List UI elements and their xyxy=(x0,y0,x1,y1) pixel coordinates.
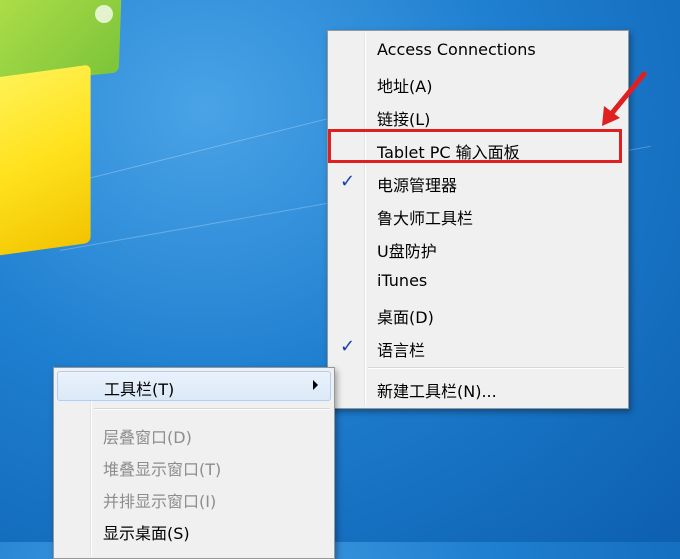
menu-item-label: 堆叠显示窗口(T) xyxy=(103,460,222,479)
windows-logo-shine xyxy=(95,5,113,23)
menu-item-side-by-side-windows[interactable]: 并排显示窗口(I) xyxy=(54,483,334,513)
menu-item-cascade-windows[interactable]: 层叠窗口(D) xyxy=(54,419,334,449)
menu-item-label: 桌面(D) xyxy=(377,308,434,327)
highlight-annotation-box xyxy=(328,129,622,163)
submenu-item-power-manager[interactable]: ✓ 电源管理器 xyxy=(328,167,628,197)
submenu-item-address[interactable]: 地址(A) xyxy=(328,68,628,98)
submenu-item-itunes[interactable]: iTunes xyxy=(328,266,628,296)
submenu-arrow-icon xyxy=(313,380,318,390)
menu-item-label: iTunes xyxy=(377,271,428,290)
submenu-item-desktop[interactable]: 桌面(D) xyxy=(328,299,628,329)
menu-item-label: 链接(L) xyxy=(377,110,431,129)
menu-item-label: 层叠窗口(D) xyxy=(103,428,192,447)
menu-item-label: Access Connections xyxy=(377,40,536,59)
menu-item-label: U盘防护 xyxy=(377,242,437,261)
menu-item-label: 电源管理器 xyxy=(377,176,458,195)
menu-item-label: 语言栏 xyxy=(377,341,426,360)
checkmark-icon: ✓ xyxy=(340,336,356,357)
menu-item-label: 新建工具栏(N)... xyxy=(377,382,497,401)
menu-item-stack-windows[interactable]: 堆叠显示窗口(T) xyxy=(54,451,334,481)
menu-item-label: 地址(A) xyxy=(377,77,433,96)
menu-item-label: 显示桌面(S) xyxy=(103,524,190,543)
submenu-item-access-connections[interactable]: Access Connections xyxy=(328,35,628,65)
submenu-item-links[interactable]: 链接(L) xyxy=(328,101,628,131)
submenu-item-ludashi-toolbar[interactable]: 鲁大师工具栏 xyxy=(328,200,628,230)
taskbar-context-menu: 工具栏(T) 层叠窗口(D) 堆叠显示窗口(T) 并排显示窗口(I) 显示桌面(… xyxy=(53,367,335,559)
submenu-item-language-bar[interactable]: ✓ 语言栏 xyxy=(328,332,628,362)
checkmark-icon: ✓ xyxy=(340,171,356,192)
windows-logo-yellow-pane xyxy=(0,64,91,260)
toolbars-submenu: Access Connections 地址(A) 链接(L) Tablet PC… xyxy=(327,30,629,409)
submenu-item-usb-protection[interactable]: U盘防护 xyxy=(328,233,628,263)
menu-item-toolbars[interactable]: 工具栏(T) xyxy=(57,371,331,401)
menu-separator xyxy=(368,367,624,369)
menu-item-label: 鲁大师工具栏 xyxy=(377,209,474,228)
menu-item-label: 工具栏(T) xyxy=(104,380,175,399)
menu-separator xyxy=(94,408,330,410)
submenu-item-new-toolbar[interactable]: 新建工具栏(N)... xyxy=(328,373,628,403)
menu-item-show-desktop[interactable]: 显示桌面(S) xyxy=(54,515,334,545)
menu-item-label: 并排显示窗口(I) xyxy=(103,492,217,511)
red-arrow-annotation-icon xyxy=(602,71,647,126)
